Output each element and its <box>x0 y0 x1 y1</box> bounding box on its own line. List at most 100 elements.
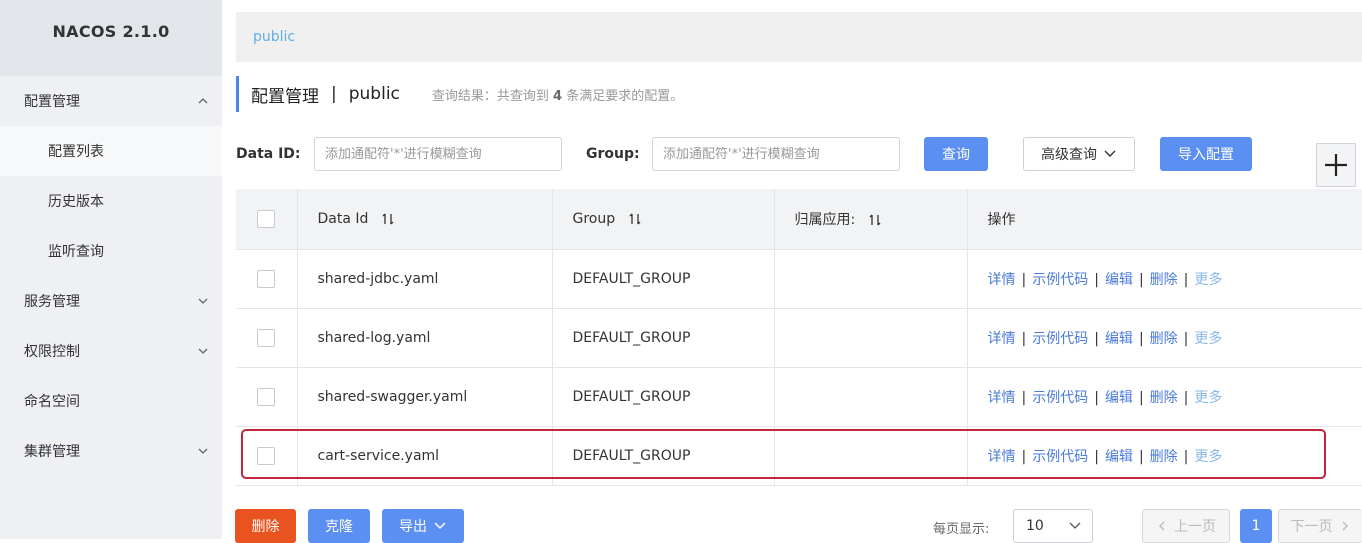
action-separator: | <box>1138 448 1144 465</box>
page-number-current[interactable]: 1 <box>1240 509 1272 543</box>
edit-link[interactable]: 编辑 <box>1105 272 1133 288</box>
sample-code-link[interactable]: 示例代码 <box>1032 331 1088 347</box>
row-checkbox[interactable] <box>257 387 276 406</box>
detail-link[interactable]: 详情 <box>988 272 1016 288</box>
sort-icon[interactable] <box>628 212 642 226</box>
row-select-cell <box>236 308 298 368</box>
main-content: public 配置管理 | public 查询结果：共查询到 4 条满足要求的配… <box>222 0 1362 543</box>
sidebar-group-label: 命名空间 <box>24 394 80 410</box>
search-button[interactable]: 查询 <box>924 137 988 171</box>
sidebar-group-label: 权限控制 <box>24 344 80 360</box>
sort-icon[interactable] <box>381 212 395 226</box>
delete-link[interactable]: 删除 <box>1150 390 1178 406</box>
action-separator: | <box>1021 271 1027 288</box>
edit-link[interactable]: 编辑 <box>1105 390 1133 406</box>
more-link[interactable]: 更多 <box>1194 390 1222 406</box>
page-heading: 配置管理 | public 查询结果：共查询到 4 条满足要求的配置。 <box>236 76 683 112</box>
delete-link[interactable]: 删除 <box>1150 331 1178 347</box>
chevron-down-icon <box>1069 522 1081 529</box>
cell-actions: 详情 | 示例代码 | 编辑 | 删除 | 更多 <box>967 249 1362 309</box>
action-separator: | <box>1138 389 1144 406</box>
result-count: 4 <box>553 88 563 104</box>
header-label: 归属应用: <box>794 211 856 228</box>
delete-link[interactable]: 删除 <box>1150 449 1178 465</box>
row-checkbox[interactable] <box>257 446 276 465</box>
sidebar-item-config-list[interactable]: 配置列表 <box>0 126 222 176</box>
detail-link[interactable]: 详情 <box>988 449 1016 465</box>
cell-app <box>774 249 968 309</box>
delete-selected-button[interactable]: 删除 <box>235 509 296 543</box>
group-input[interactable] <box>652 137 900 171</box>
detail-link[interactable]: 详情 <box>988 331 1016 347</box>
table-header-row: Data Id Group 归属应用: 操作 <box>236 189 1362 250</box>
table-row: shared-swagger.yaml DEFAULT_GROUP 详情 | 示例代码 |… <box>236 367 1362 427</box>
select-all-checkbox[interactable] <box>257 209 276 228</box>
row-checkbox[interactable] <box>257 328 276 347</box>
sort-icon[interactable] <box>868 213 882 227</box>
brand-logo: NACOS 2.1.0 <box>0 0 222 76</box>
namespace-tabbar: public <box>236 12 1362 62</box>
header-group[interactable]: Group <box>552 189 775 250</box>
delete-link[interactable]: 删除 <box>1150 272 1178 288</box>
header-app[interactable]: 归属应用: <box>774 189 968 250</box>
export-label: 导出 <box>399 519 427 535</box>
more-link[interactable]: 更多 <box>1194 449 1222 465</box>
namespace-tab-public[interactable]: public <box>253 29 295 45</box>
chevron-down-icon <box>198 448 208 454</box>
table-row: shared-jdbc.yaml DEFAULT_GROUP 详情 | 示例代码 | 编辑 |… <box>236 249 1362 309</box>
cell-group: DEFAULT_GROUP <box>552 367 775 427</box>
sidebar-group-permission-control[interactable]: 权限控制 <box>0 326 222 376</box>
page-title: 配置管理 <box>251 86 319 107</box>
sample-code-link[interactable]: 示例代码 <box>1032 272 1088 288</box>
sample-code-link[interactable]: 示例代码 <box>1032 449 1088 465</box>
next-page-button[interactable]: 下一页 <box>1278 509 1362 543</box>
table-body: shared-jdbc.yaml DEFAULT_GROUP 详情 | 示例代码 | 编辑 |… <box>236 249 1362 486</box>
header-data-id[interactable]: Data Id <box>297 189 553 250</box>
header-label: Data Id <box>317 210 369 227</box>
page-size-select[interactable]: 10 <box>1013 509 1093 543</box>
sidebar-group-config-management[interactable]: 配置管理 <box>0 76 222 126</box>
chevron-down-icon <box>198 348 208 354</box>
row-select-cell <box>236 426 298 486</box>
edit-link[interactable]: 编辑 <box>1105 449 1133 465</box>
chevron-down-icon <box>198 298 208 304</box>
heading-namespace: public <box>348 84 400 104</box>
filter-bar: Data ID: Group: 查询 高级查询 导入配置 <box>236 137 1362 173</box>
next-page-label: 下一页 <box>1290 519 1333 535</box>
advanced-search-label: 高级查询 <box>1041 147 1097 163</box>
cell-actions: 详情 | 示例代码 | 编辑 | 删除 | 更多 <box>967 426 1362 486</box>
action-separator: | <box>1094 389 1099 406</box>
data-id-label: Data ID: <box>236 146 301 162</box>
heading-separator: | <box>331 84 337 104</box>
export-button[interactable]: 导出 <box>382 509 464 543</box>
cell-group: DEFAULT_GROUP <box>552 426 775 486</box>
action-separator: | <box>1183 448 1189 465</box>
sidebar-item-listener-query[interactable]: 监听查询 <box>0 226 222 276</box>
cell-data-id: shared-log.yaml <box>297 308 553 368</box>
detail-link[interactable]: 详情 <box>988 390 1016 406</box>
action-separator: | <box>1094 271 1099 288</box>
import-config-button[interactable]: 导入配置 <box>1160 137 1252 171</box>
cell-actions: 详情 | 示例代码 | 编辑 | 删除 | 更多 <box>967 367 1362 427</box>
sidebar-group-service-management[interactable]: 服务管理 <box>0 276 222 326</box>
page-size-value: 10 <box>1026 518 1044 534</box>
chevron-up-icon <box>198 98 208 104</box>
table-row: cart-service.yaml DEFAULT_GROUP 详情 | 示例代码 | 编辑… <box>236 426 1362 486</box>
row-checkbox[interactable] <box>257 269 276 288</box>
sidebar-item-namespace[interactable]: 命名空间 <box>0 376 222 426</box>
row-select-cell <box>236 367 298 427</box>
more-link[interactable]: 更多 <box>1194 331 1222 347</box>
data-id-input[interactable] <box>314 137 562 171</box>
add-config-button[interactable] <box>1316 143 1356 187</box>
sidebar-item-history[interactable]: 历史版本 <box>0 176 222 226</box>
edit-link[interactable]: 编辑 <box>1105 331 1133 347</box>
action-separator: | <box>1094 448 1099 465</box>
prev-page-button[interactable]: 上一页 <box>1142 509 1230 543</box>
prev-page-label: 上一页 <box>1174 519 1216 535</box>
sample-code-link[interactable]: 示例代码 <box>1032 390 1088 406</box>
advanced-search-button[interactable]: 高级查询 <box>1023 137 1135 171</box>
clone-button[interactable]: 克隆 <box>308 509 370 543</box>
more-link[interactable]: 更多 <box>1194 272 1222 288</box>
sidebar-group-cluster-management[interactable]: 集群管理 <box>0 426 222 476</box>
cell-group: DEFAULT_GROUP <box>552 249 775 309</box>
